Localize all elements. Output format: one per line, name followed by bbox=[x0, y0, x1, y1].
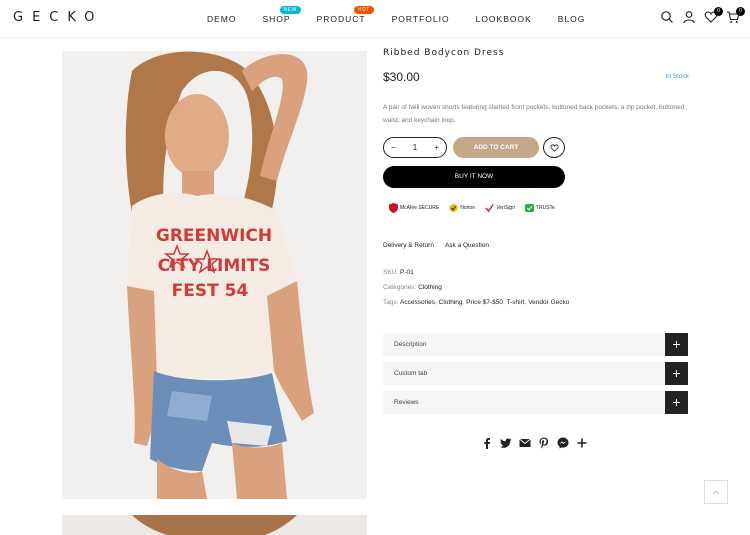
product-image-secondary[interactable] bbox=[62, 515, 367, 535]
site-logo[interactable]: GECKO bbox=[13, 10, 103, 25]
truste-badge: TRUSTe bbox=[524, 203, 555, 213]
cart-icon[interactable]: 0 bbox=[726, 7, 745, 24]
nav-label: SHOP bbox=[262, 14, 291, 24]
plus-icon[interactable] bbox=[576, 436, 588, 448]
nav-label: PRODUCT bbox=[316, 14, 366, 24]
accordion-label: Custom tab bbox=[394, 370, 428, 377]
category-link[interactable]: Clothing bbox=[418, 284, 442, 291]
mcafee-shield-icon bbox=[389, 203, 398, 213]
back-to-top-button[interactable] bbox=[704, 480, 728, 504]
tags-row: Tags: Accessories, Clothing, Price $7-$5… bbox=[383, 299, 570, 306]
product-image[interactable]: GREENWICH CITY LIMITS FEST 54 bbox=[62, 51, 367, 499]
verisign-badge: VeriSign bbox=[485, 203, 515, 213]
product-info: Ribbed Bodycon Dress $30.00 In Stock A p… bbox=[383, 48, 689, 449]
nav-label: LOOKBOOK bbox=[475, 14, 532, 24]
accordion-label: Description bbox=[394, 341, 427, 348]
nav-item-shop[interactable]: NEW SHOP bbox=[262, 6, 301, 24]
plus-icon[interactable]: + bbox=[665, 362, 688, 385]
buy-now-button[interactable]: BUY IT NOW bbox=[383, 166, 565, 188]
norton-badge: Norton bbox=[449, 203, 475, 213]
ask-question-link[interactable]: Ask a Question bbox=[445, 242, 489, 249]
qty-minus-button[interactable]: − bbox=[391, 143, 396, 152]
chevron-up-icon bbox=[712, 490, 720, 495]
nav-item-portfolio[interactable]: PORTFOLIO bbox=[392, 14, 450, 24]
share-icons bbox=[481, 436, 588, 449]
categories-row: Categories: Clothing bbox=[383, 280, 569, 295]
qty-value[interactable]: 1 bbox=[413, 143, 417, 152]
plus-icon[interactable]: + bbox=[665, 391, 688, 414]
hot-badge: HOT bbox=[353, 6, 374, 14]
tag-link[interactable]: Clothing bbox=[439, 299, 463, 306]
nav-item-demo[interactable]: DEMO bbox=[207, 14, 237, 24]
new-badge: NEW bbox=[279, 6, 301, 14]
verisign-label: VeriSign bbox=[496, 205, 515, 211]
user-icon[interactable] bbox=[682, 10, 696, 24]
main-nav: DEMO NEW SHOP HOT PRODUCT PORTFOLIO LOOK… bbox=[207, 6, 611, 24]
search-icon[interactable] bbox=[660, 10, 674, 24]
wishlist-count: 0 bbox=[714, 7, 723, 16]
qty-plus-button[interactable]: + bbox=[434, 143, 439, 152]
tag-link[interactable]: Vendor Gecko bbox=[528, 299, 569, 306]
pinterest-icon[interactable] bbox=[538, 436, 550, 449]
cart-count: 0 bbox=[736, 7, 745, 16]
norton-check-icon bbox=[449, 203, 458, 213]
nav-label: PORTFOLIO bbox=[391, 14, 450, 24]
categories-label: Categories: bbox=[383, 284, 417, 291]
shirt-print-line1: GREENWICH bbox=[156, 226, 272, 246]
sku-value: P-01 bbox=[399, 269, 414, 276]
accordion-reviews[interactable]: Reviews + bbox=[383, 391, 688, 414]
nav-label: DEMO bbox=[207, 14, 237, 24]
nav-item-blog[interactable]: BLOG bbox=[558, 14, 586, 24]
verisign-check-icon bbox=[485, 204, 494, 213]
tag-link[interactable]: Accessories bbox=[400, 299, 435, 306]
nav-item-product[interactable]: HOT PRODUCT bbox=[316, 6, 374, 24]
stock-status: In Stock bbox=[665, 73, 689, 80]
heart-icon bbox=[549, 143, 559, 152]
accordion-description[interactable]: Description + bbox=[383, 333, 688, 356]
add-to-cart-button[interactable]: ADD TO CART bbox=[453, 137, 539, 158]
mcafee-badge: McAfee SECURE bbox=[389, 203, 439, 213]
accordion-custom-tab[interactable]: Custom tab + bbox=[383, 362, 688, 385]
product-price: $30.00 bbox=[383, 70, 420, 84]
product-meta: SKU: P-01 Categories: Clothing Tags: Acc… bbox=[383, 265, 569, 310]
sku-row: SKU: P-01 bbox=[383, 265, 569, 280]
email-icon[interactable] bbox=[519, 436, 531, 448]
wishlist-button[interactable] bbox=[543, 137, 565, 158]
header-icons: 0 0 bbox=[660, 7, 745, 24]
mcafee-label: McAfee SECURE bbox=[400, 205, 440, 211]
messenger-icon[interactable] bbox=[557, 436, 569, 449]
site-header: GECKO DEMO NEW SHOP HOT PRODUCT PORTFOLI… bbox=[0, 0, 750, 38]
accordion-label: Reviews bbox=[394, 399, 419, 406]
sku-label: SKU: bbox=[383, 269, 399, 276]
plus-icon[interactable]: + bbox=[665, 333, 688, 356]
heart-icon[interactable]: 0 bbox=[704, 7, 723, 24]
nav-item-lookbook[interactable]: LOOKBOOK bbox=[476, 14, 532, 24]
product-links: Delivery & Return Ask a Question bbox=[383, 242, 489, 249]
tag-link[interactable]: Price $7-$50 bbox=[466, 299, 503, 306]
norton-label: Norton bbox=[460, 205, 476, 211]
product-title: Ribbed Bodycon Dress bbox=[383, 48, 505, 58]
quantity-stepper: − 1 + bbox=[383, 137, 447, 158]
trust-badges: McAfee SECURE Norton VeriSign TRUSTe bbox=[389, 203, 555, 213]
truste-check-icon bbox=[524, 203, 534, 213]
product-description: A pair of twill woven shorts featuring s… bbox=[383, 104, 685, 124]
tags-label: Tags: bbox=[383, 299, 399, 306]
nav-label: BLOG bbox=[557, 14, 586, 24]
twitter-icon[interactable] bbox=[500, 436, 512, 448]
delivery-return-link[interactable]: Delivery & Return bbox=[383, 242, 434, 249]
truste-label: TRUSTe bbox=[535, 205, 555, 211]
facebook-icon[interactable] bbox=[481, 436, 493, 449]
tag-link[interactable]: T-shirt bbox=[507, 299, 525, 306]
shirt-print-line3: FEST 54 bbox=[172, 281, 249, 301]
